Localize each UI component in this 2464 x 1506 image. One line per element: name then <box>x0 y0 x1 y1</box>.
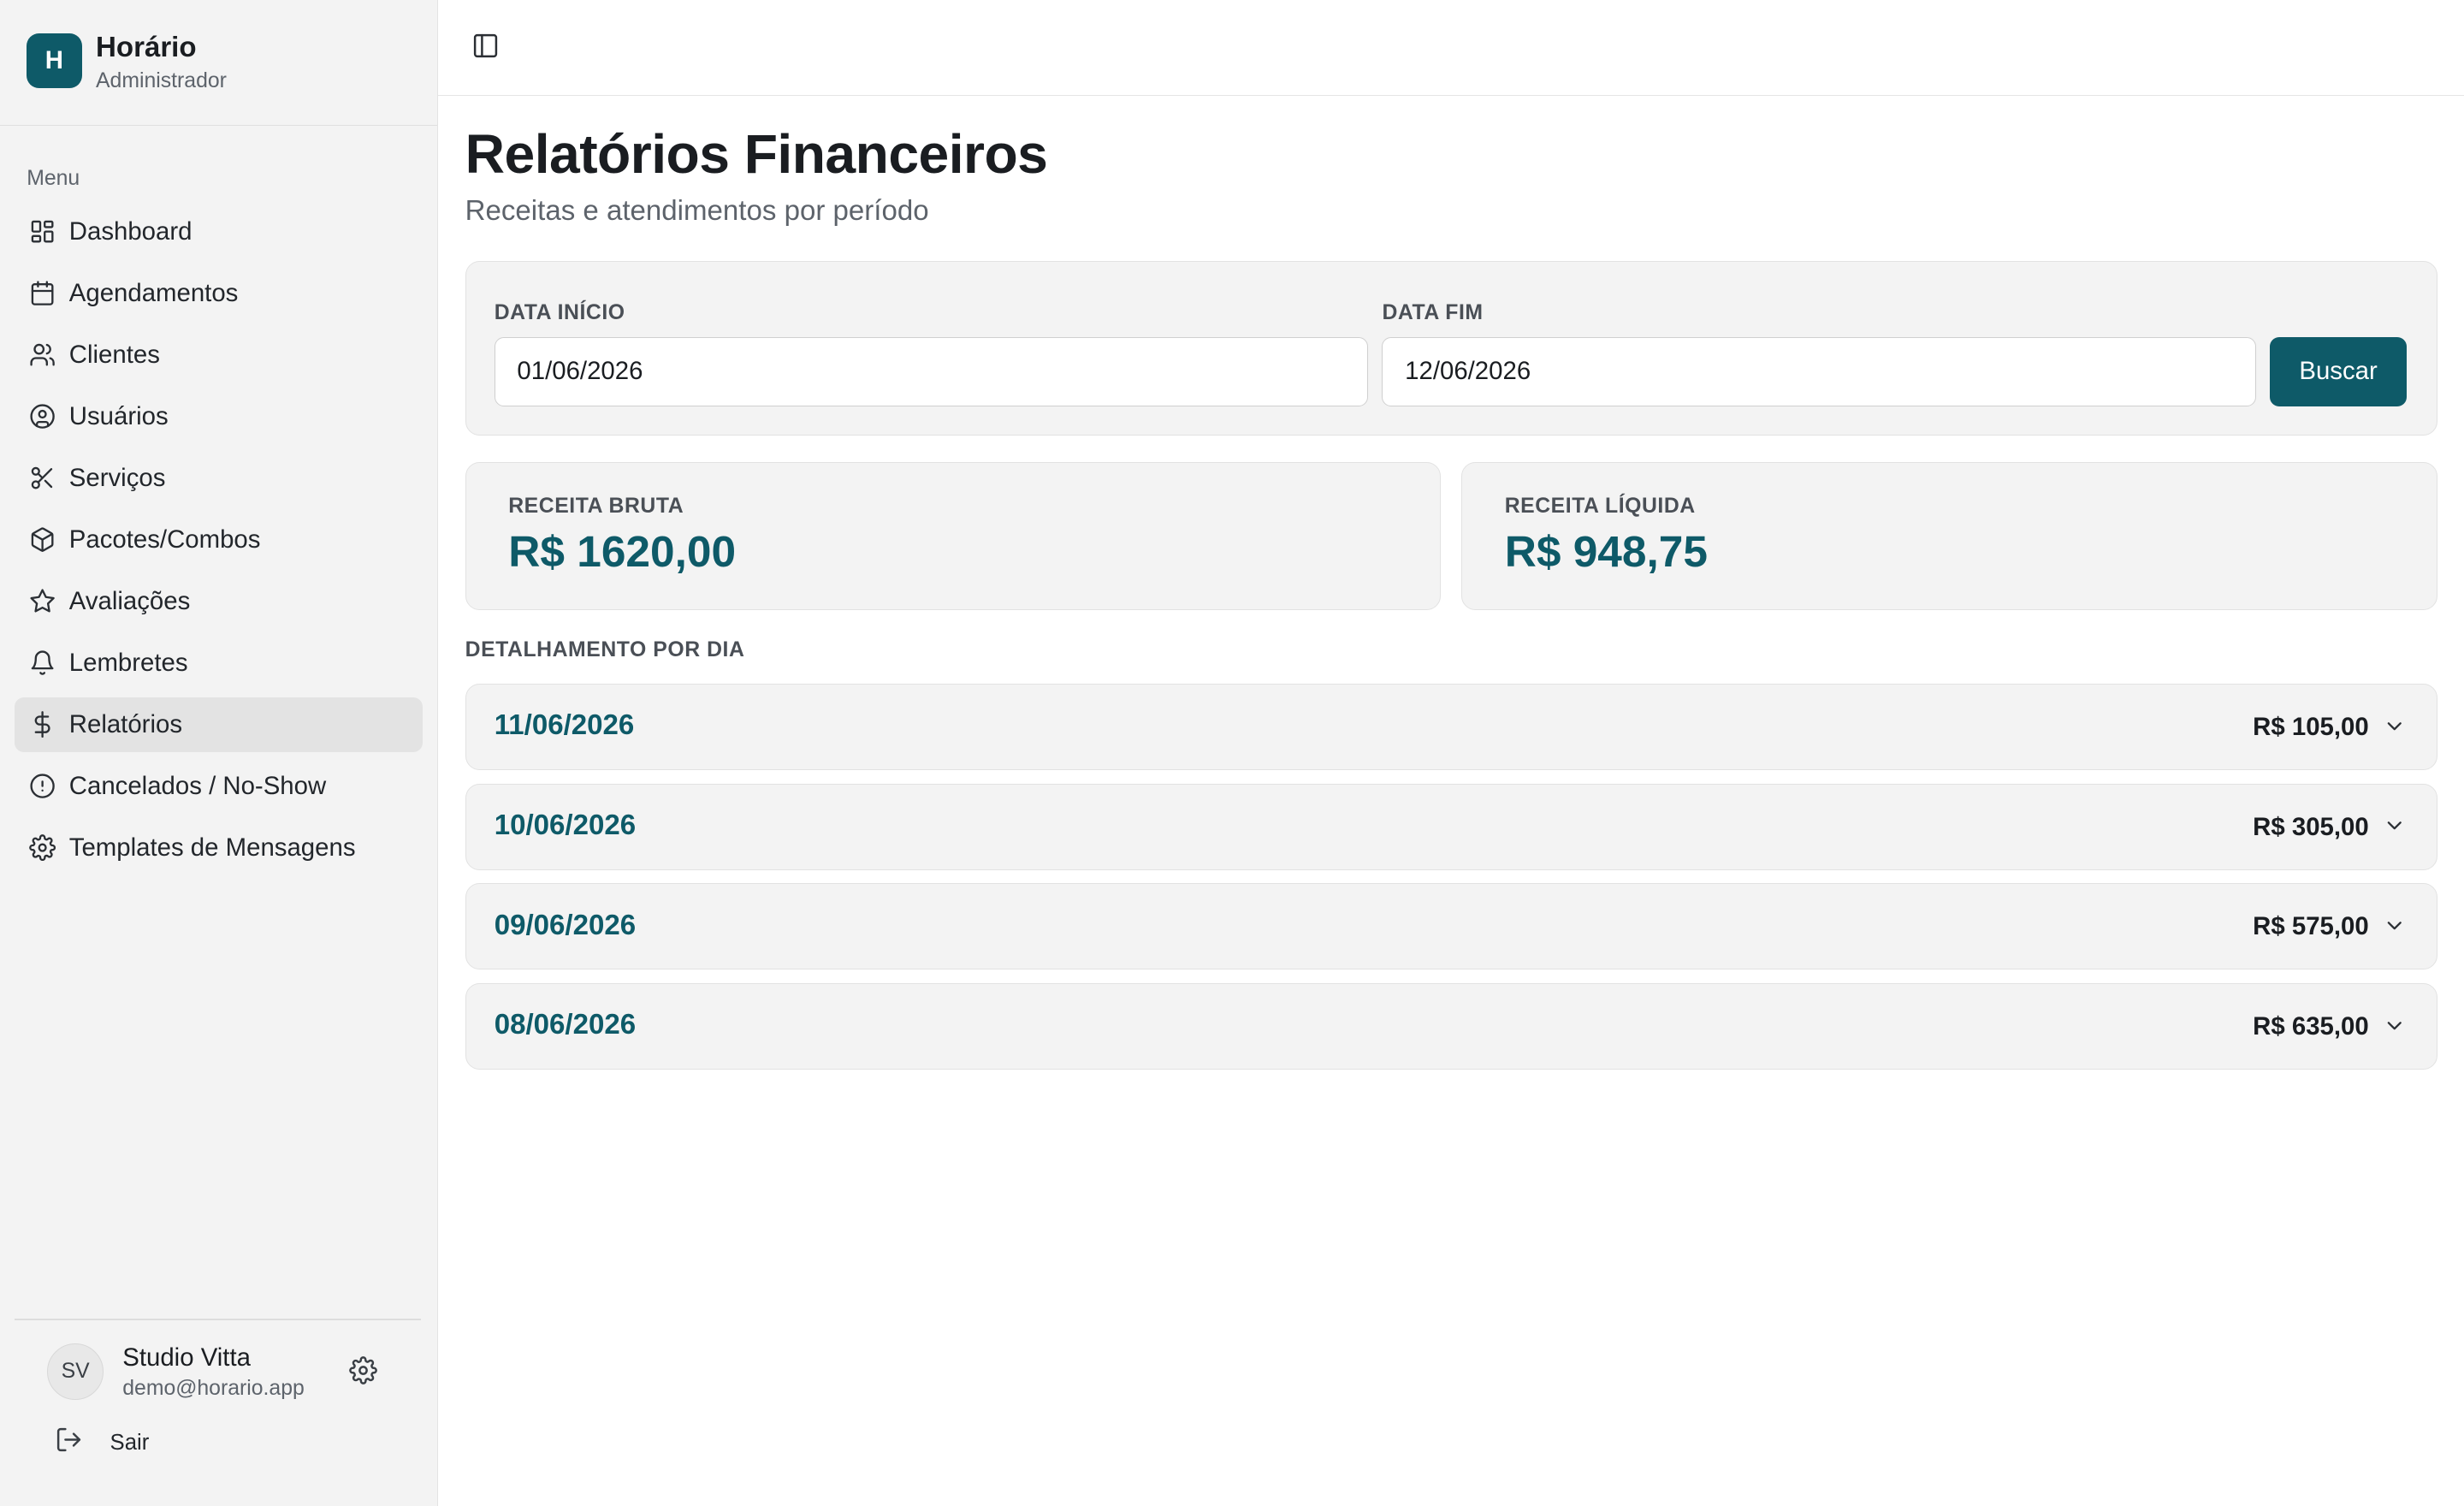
day-date: 11/06/2026 <box>494 709 635 742</box>
search-button[interactable]: Buscar <box>2270 337 2407 406</box>
menu-caption: Menu <box>27 166 80 190</box>
sidebar-item-label: Agendamentos <box>68 278 239 307</box>
net-revenue-card: RECEITA LÍQUIDA R$ 948,75 <box>1461 461 2437 610</box>
list-item[interactable]: 08/06/2026 R$ 635,00 <box>465 982 2437 1070</box>
end-date-input[interactable] <box>1382 337 2256 406</box>
sidebar-item-clientes[interactable]: Clientes <box>15 328 424 382</box>
sidebar-item-avaliacoes[interactable]: Avaliações <box>15 574 424 629</box>
top-bar <box>438 0 2464 97</box>
user-circle-icon <box>28 402 56 430</box>
chevron-down-icon <box>2383 914 2408 939</box>
list-item[interactable]: 11/06/2026 R$ 105,00 <box>465 683 2437 770</box>
package-icon <box>28 525 56 554</box>
daily-breakdown-list: 11/06/2026 R$ 105,00 10/06/2026 R$ 305,0… <box>465 683 2437 1083</box>
gear-icon <box>28 833 56 862</box>
sidebar-item-dashboard[interactable]: Dashboard <box>15 205 424 259</box>
sidebar-item-label: Usuários <box>68 401 169 430</box>
day-date: 10/06/2026 <box>494 809 637 841</box>
sidebar-item-label: Relatórios <box>68 709 183 738</box>
sidebar: H Horário Administrador Menu Dashboard A… <box>0 0 439 1506</box>
sidebar-item-lembretes[interactable]: Lembretes <box>15 636 424 691</box>
sidebar-nav: Dashboard Agendamentos Clientes Usuários… <box>14 205 424 882</box>
sidebar-item-label: Avaliações <box>68 586 191 615</box>
start-date-label: DATA INÍCIO <box>494 300 625 324</box>
date-filter-card: DATA INÍCIO DATA FIM Buscar <box>465 260 2437 436</box>
start-date-input[interactable] <box>494 337 1368 406</box>
sidebar-item-pacotes[interactable]: Pacotes/Combos <box>15 513 424 567</box>
brand-role: Administrador <box>96 68 227 92</box>
bell-icon <box>28 649 56 677</box>
daily-breakdown-caption: DETALHAMENTO POR DIA <box>465 637 745 661</box>
sidebar-item-cancelados[interactable]: Cancelados / No-Show <box>15 759 424 814</box>
page-title: Relatórios Financeiros <box>465 123 1048 186</box>
chevron-down-icon <box>2383 1014 2408 1039</box>
sidebar-item-servicos[interactable]: Serviços <box>15 451 424 506</box>
sidebar-item-label: Serviços <box>68 463 166 492</box>
dashboard-icon <box>28 217 56 246</box>
page-subtitle: Receitas e atendimentos por período <box>465 194 929 227</box>
users-icon <box>28 341 56 369</box>
day-date: 09/06/2026 <box>494 909 637 941</box>
sidebar-item-label: Clientes <box>68 340 160 369</box>
user-name: Studio Vitta <box>122 1343 251 1373</box>
end-date-label: DATA FIM <box>1382 300 1484 324</box>
list-item[interactable]: 10/06/2026 R$ 305,00 <box>465 783 2437 870</box>
net-revenue-label: RECEITA LÍQUIDA <box>1504 494 1696 518</box>
brand-name: Horário <box>96 31 197 63</box>
sidebar-item-relatorios[interactable]: Relatórios <box>14 697 424 752</box>
sidebar-item-label: Cancelados / No-Show <box>68 771 327 800</box>
user-email: demo@horario.app <box>122 1376 305 1400</box>
dollar-icon <box>28 710 56 738</box>
calendar-icon <box>28 279 56 307</box>
sidebar-item-agendamentos[interactable]: Agendamentos <box>15 266 424 321</box>
sidebar-item-templates[interactable]: Templates de Mensagens <box>15 821 424 875</box>
sidebar-divider <box>14 1318 422 1320</box>
star-icon <box>28 587 56 615</box>
gross-revenue-card: RECEITA BRUTA R$ 1620,00 <box>465 461 1442 610</box>
avatar: SV <box>47 1343 104 1401</box>
day-amount: R$ 105,00 <box>2253 713 2369 741</box>
app-root: H Horário Administrador Menu Dashboard A… <box>0 0 2464 1506</box>
brand-logo: H <box>27 33 82 88</box>
net-revenue-value: R$ 948,75 <box>1504 526 1708 577</box>
user-settings-gear-icon[interactable] <box>348 1356 381 1388</box>
logout-button[interactable]: Sair <box>55 1424 149 1462</box>
logout-label: Sair <box>110 1430 150 1455</box>
logout-icon <box>55 1426 83 1461</box>
gross-revenue-value: R$ 1620,00 <box>508 526 737 577</box>
sidebar-item-label: Lembretes <box>68 648 188 677</box>
alert-circle-icon <box>28 772 56 800</box>
list-item[interactable]: 09/06/2026 R$ 575,00 <box>465 883 2437 970</box>
sidebar-item-label: Pacotes/Combos <box>68 525 261 554</box>
sidebar-toggle-icon[interactable] <box>471 32 506 66</box>
day-amount: R$ 305,00 <box>2253 812 2369 841</box>
brand-header: H Horário Administrador <box>0 0 437 126</box>
day-amount: R$ 635,00 <box>2253 1011 2369 1041</box>
sidebar-item-label: Dashboard <box>68 216 192 246</box>
gross-revenue-label: RECEITA BRUTA <box>508 494 684 518</box>
day-date: 08/06/2026 <box>494 1009 637 1041</box>
day-amount: R$ 575,00 <box>2253 912 2369 941</box>
sidebar-item-label: Templates de Mensagens <box>68 833 356 862</box>
chevron-down-icon <box>2383 814 2408 839</box>
chevron-down-icon <box>2383 714 2408 739</box>
sidebar-item-usuarios[interactable]: Usuários <box>15 389 424 444</box>
scissors-icon <box>28 464 56 492</box>
